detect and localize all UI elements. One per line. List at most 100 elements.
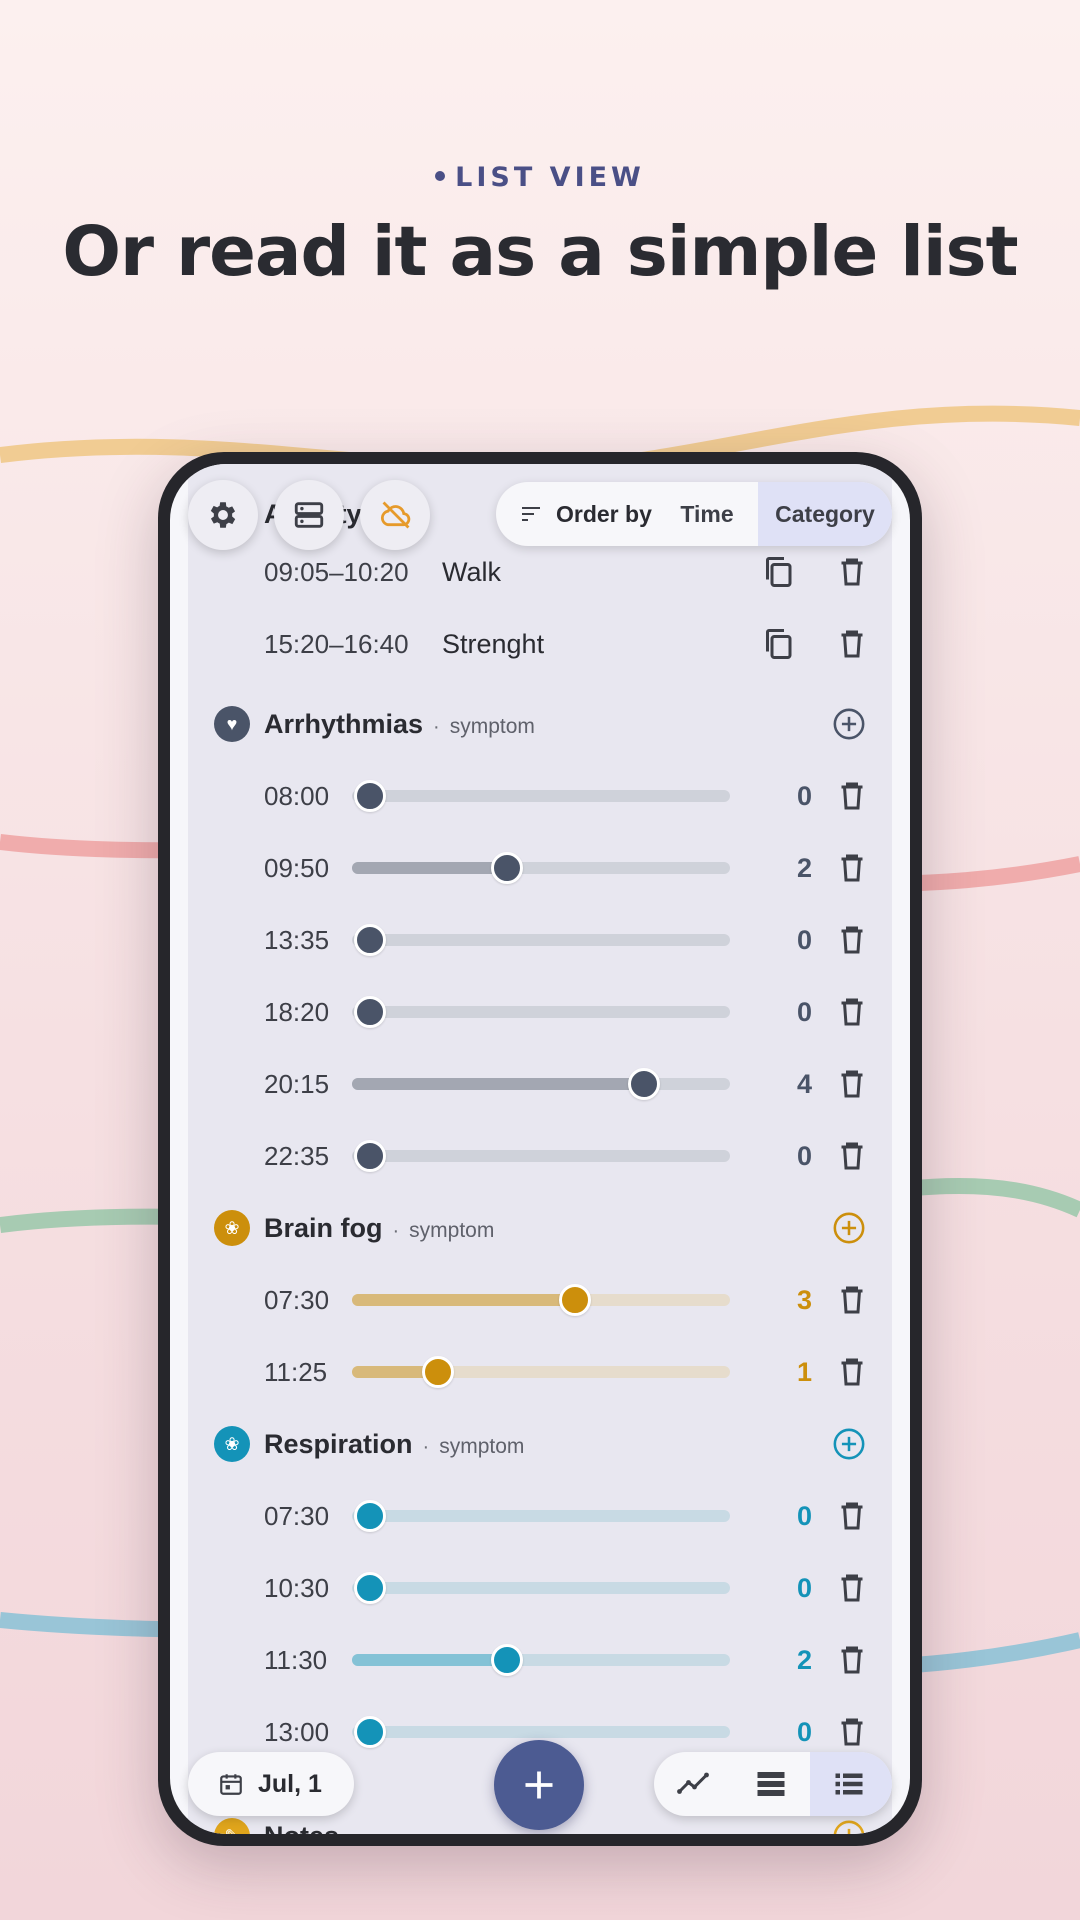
symptom-row[interactable]: 11:25 1 [188,1342,892,1402]
slider-knob[interactable] [490,852,523,884]
trash-icon[interactable] [834,1714,870,1750]
sort-icon [522,507,540,521]
category-header: ❀ Brain fog · symptom [188,1198,892,1258]
symptom-row[interactable]: 07:30 0 [188,1486,892,1546]
page-headline: Or read it as a simple list [62,212,1018,292]
activity-row[interactable]: 15:20–16:40 Strenght [188,614,892,674]
order-by-label: Order by [556,501,652,527]
slider-fill [352,862,507,874]
list-view-icon [835,1773,863,1795]
calendar-icon [220,1774,242,1795]
severity-slider[interactable] [352,1500,730,1532]
trash-icon[interactable] [834,994,870,1030]
category-type: symptom [439,1435,525,1458]
category-name: Arrhythmias [264,709,424,739]
date-picker-button[interactable]: Jul, 1 [188,1752,354,1816]
trash-icon[interactable] [834,1498,870,1534]
symptom-row[interactable]: 13:35 0 [188,910,892,970]
add-entry-icon[interactable] [832,1211,866,1245]
trash-icon[interactable] [834,626,870,662]
order-option-category[interactable]: Category [758,482,892,546]
cloud-sync-button[interactable] [360,480,430,550]
line-chart-icon [677,1772,709,1794]
severity-slider[interactable] [352,1644,730,1676]
severity-slider[interactable] [352,924,730,956]
view-list-button[interactable] [810,1752,892,1816]
slider-knob[interactable] [354,1572,386,1604]
trash-icon[interactable] [834,1570,870,1606]
activity-row[interactable]: 09:05–10:20 Walk [188,542,892,602]
severity-value: 0 [796,781,812,811]
severity-slider[interactable] [352,1356,730,1388]
add-note-icon[interactable] [832,1819,866,1834]
copy-icon[interactable] [760,626,796,662]
trash-icon[interactable] [834,1642,870,1678]
add-entry-icon[interactable] [832,1427,866,1461]
severity-value: 2 [796,1645,812,1675]
slider-knob[interactable] [559,1284,592,1316]
slider-fill [352,1078,644,1090]
severity-value: 0 [796,925,812,955]
symptom-row[interactable]: 07:30 3 [188,1270,892,1330]
slider-knob[interactable] [354,996,386,1028]
symptom-row[interactable]: 18:20 0 [188,982,892,1042]
trash-icon[interactable] [834,778,870,814]
view-timeline-button[interactable] [732,1752,810,1816]
trash-icon[interactable] [834,1138,870,1174]
slider-knob[interactable] [354,1500,386,1532]
view-chart-button[interactable] [654,1752,732,1816]
trash-icon[interactable] [834,1066,870,1102]
order-option-time[interactable]: Time [662,482,752,546]
entry-time: 07:30 [264,1501,330,1531]
slider-knob[interactable] [490,1644,523,1676]
severity-slider[interactable] [352,996,730,1028]
symptom-row[interactable]: 22:35 0 [188,1126,892,1186]
entry-time: 11:25 [264,1357,328,1387]
copy-icon[interactable] [760,554,796,590]
add-entry-button[interactable] [494,1740,584,1830]
trash-icon[interactable] [834,554,870,590]
brain-icon: ❀ [214,1210,250,1246]
section-eyebrow: LIST VIEW [0,162,1080,193]
settings-button[interactable] [188,480,258,550]
severity-slider[interactable] [352,1284,730,1316]
trash-icon[interactable] [834,850,870,886]
add-entry-icon[interactable] [832,707,866,741]
severity-slider[interactable] [352,1068,730,1100]
entries-list[interactable]: Activity 09:05–10:20Walk15:20–16:40Stren… [188,464,892,1834]
severity-slider[interactable] [352,780,730,812]
separator-dot: · [392,1220,400,1242]
symptom-row[interactable]: 08:00 0 [188,766,892,826]
severity-slider[interactable] [352,1716,730,1748]
storage-button[interactable] [274,480,344,550]
order-by-control[interactable]: Order by Time Category [496,482,892,546]
symptom-row[interactable]: 11:30 2 [188,1630,892,1690]
slider-knob[interactable] [354,1716,386,1748]
lungs-icon: ❀ [214,1426,250,1462]
trash-icon[interactable] [834,1282,870,1318]
trash-icon[interactable] [834,922,870,958]
category-type: symptom [409,1219,495,1242]
severity-value: 1 [796,1357,812,1387]
separator-dot: · [433,716,440,738]
symptom-row[interactable]: 09:50 2 [188,838,892,898]
severity-slider[interactable] [352,1572,730,1604]
severity-value: 4 [796,1069,812,1099]
symptom-row[interactable]: 20:15 4 [188,1054,892,1114]
severity-slider[interactable] [352,1140,730,1172]
symptom-row[interactable]: 10:30 0 [188,1558,892,1618]
slider-knob[interactable] [422,1356,455,1388]
slider-knob[interactable] [354,780,386,812]
trash-icon[interactable] [834,1354,870,1390]
view-switcher[interactable] [654,1752,892,1816]
slider-knob[interactable] [354,924,386,956]
severity-slider[interactable] [352,852,730,884]
category-type: symptom [449,715,535,738]
selected-date: Jul, 1 [258,1770,322,1798]
slider-knob[interactable] [627,1068,660,1100]
severity-value: 0 [796,1573,812,1603]
entry-time: 11:30 [264,1645,328,1675]
slider-knob[interactable] [354,1140,386,1172]
category-title: Arrhythmias · symptom [264,694,535,759]
plus-icon [525,1771,553,1799]
